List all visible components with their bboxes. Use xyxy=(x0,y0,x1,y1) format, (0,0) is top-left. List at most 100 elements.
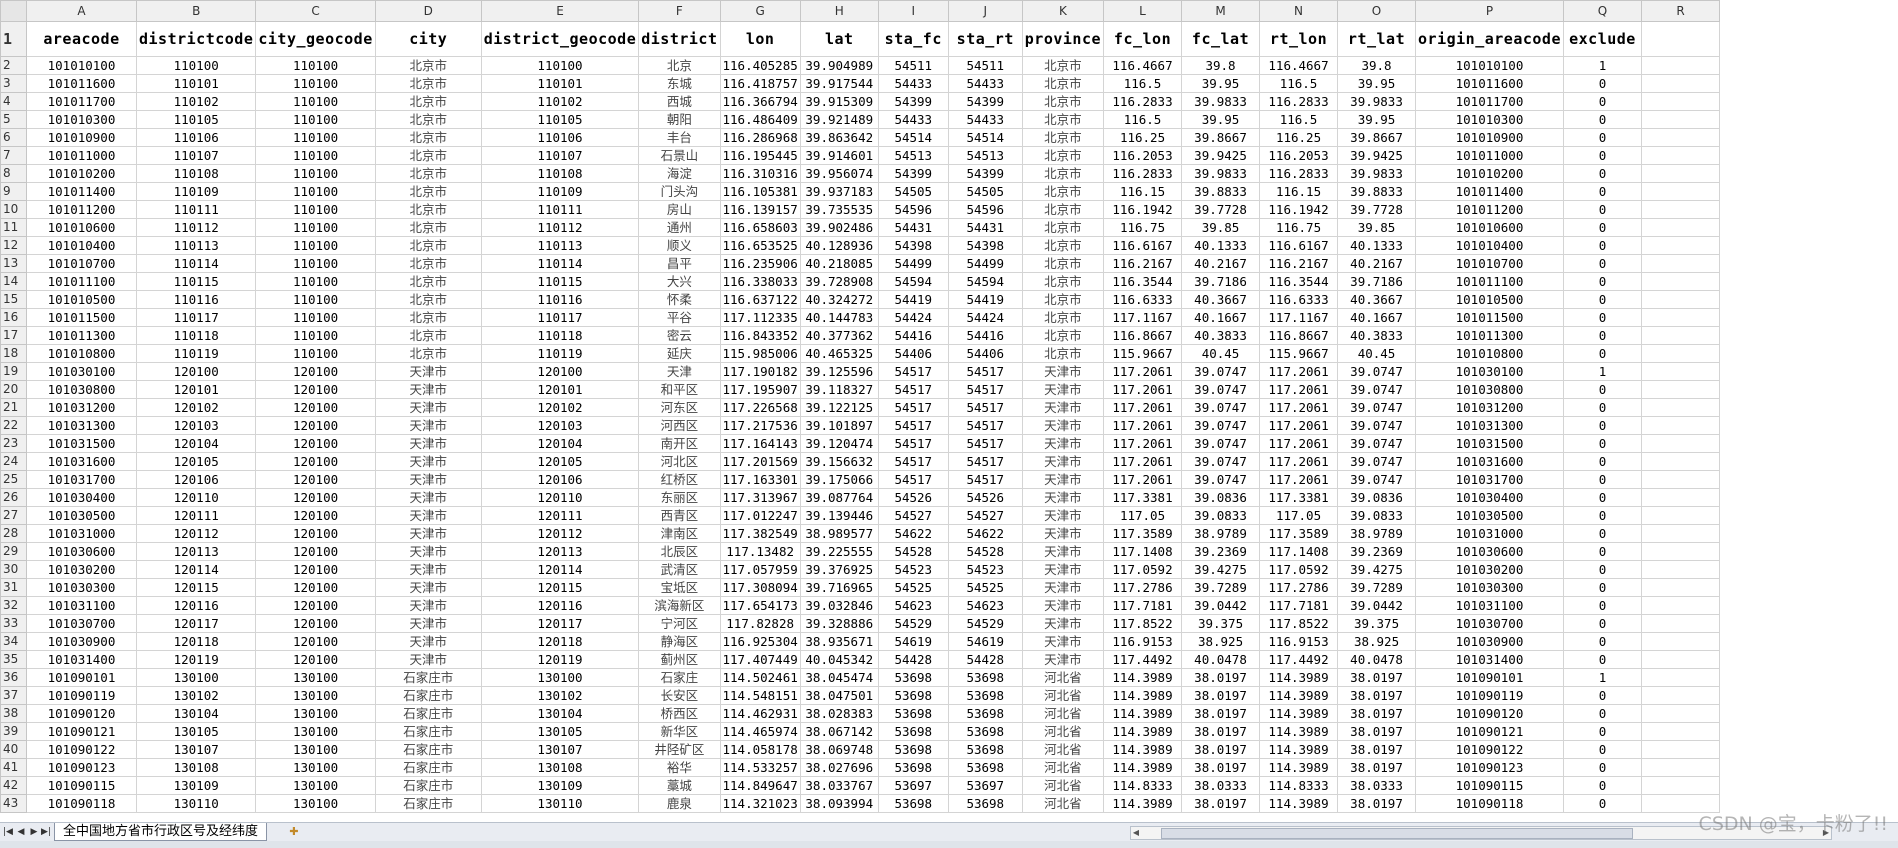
prev-sheet-icon[interactable]: ◀ xyxy=(15,825,27,839)
table-cell[interactable]: 天津市 xyxy=(374,452,482,471)
table-cell[interactable]: 116.9153 xyxy=(1103,632,1183,651)
table-cell[interactable]: 117.2061 xyxy=(1103,362,1183,381)
table-cell[interactable]: 117.1408 xyxy=(1103,542,1183,561)
table-cell[interactable]: 0 xyxy=(1562,254,1642,273)
table-cell[interactable]: 130105 xyxy=(480,722,640,741)
table-cell[interactable]: 39.0836 xyxy=(1181,488,1261,507)
table-cell[interactable]: 40.45 xyxy=(1181,344,1261,363)
table-cell[interactable]: 116.25 xyxy=(1259,128,1339,147)
table-cell[interactable]: 117.112335 xyxy=(719,308,801,327)
table-cell[interactable]: 120113 xyxy=(480,542,640,561)
table-cell[interactable]: 武清区 xyxy=(638,560,721,579)
table-cell[interactable]: 河北省 xyxy=(1021,776,1105,795)
table-cell[interactable]: 101090123 xyxy=(1415,758,1564,777)
table-cell[interactable]: 110112 xyxy=(135,218,257,237)
table-cell[interactable]: 39.7186 xyxy=(1181,272,1261,291)
table-cell[interactable]: 38.989577 xyxy=(799,524,879,543)
table-cell[interactable]: 天津市 xyxy=(1021,398,1105,417)
table-cell[interactable]: 130108 xyxy=(135,758,257,777)
table-cell[interactable]: 116.5 xyxy=(1103,110,1183,129)
table-cell[interactable]: 110116 xyxy=(480,290,640,309)
table-cell[interactable]: 38.027696 xyxy=(799,758,879,777)
row-number[interactable]: 37 xyxy=(0,686,27,705)
table-cell[interactable] xyxy=(1640,56,1720,75)
table-cell[interactable]: 117.407449 xyxy=(719,650,801,669)
table-cell[interactable]: 116.25 xyxy=(1103,128,1183,147)
table-cell[interactable] xyxy=(1640,722,1720,741)
table-cell[interactable]: 西城 xyxy=(638,92,721,111)
table-cell[interactable]: 116.310316 xyxy=(719,164,801,183)
table-cell[interactable]: 101031300 xyxy=(1415,416,1564,435)
table-cell[interactable]: 天津市 xyxy=(374,416,482,435)
table-cell[interactable]: 北京市 xyxy=(374,272,482,291)
table-cell[interactable]: 101010800 xyxy=(1415,344,1564,363)
table-cell[interactable]: 39.0747 xyxy=(1337,470,1417,489)
table-cell[interactable]: 101090122 xyxy=(1415,740,1564,759)
row-number[interactable]: 15 xyxy=(0,290,27,309)
row-number[interactable]: 28 xyxy=(0,524,27,543)
table-cell[interactable]: 0 xyxy=(1562,578,1642,597)
table-cell[interactable]: 38.0333 xyxy=(1337,776,1417,795)
table-cell[interactable]: 117.163301 xyxy=(719,470,801,489)
table-cell[interactable]: 101010500 xyxy=(26,290,137,309)
table-cell[interactable]: 裕华 xyxy=(638,758,721,777)
column-header-a[interactable]: A xyxy=(26,0,137,22)
table-cell[interactable] xyxy=(1640,632,1720,651)
table-cell[interactable] xyxy=(1640,542,1720,561)
table-cell[interactable] xyxy=(1640,272,1720,291)
table-cell[interactable]: 120115 xyxy=(480,578,640,597)
table-cell[interactable]: 54513 xyxy=(947,146,1023,165)
table-cell[interactable]: 54594 xyxy=(947,272,1023,291)
table-cell[interactable]: 101030500 xyxy=(1415,506,1564,525)
table-cell[interactable]: 河东区 xyxy=(638,398,721,417)
table-cell[interactable]: 117.2061 xyxy=(1259,434,1339,453)
table-cell[interactable]: 38.033767 xyxy=(799,776,879,795)
table-cell[interactable]: 130104 xyxy=(480,704,640,723)
table-cell[interactable]: 38.0197 xyxy=(1337,668,1417,687)
table-cell[interactable]: 石家庄 xyxy=(638,668,721,687)
table-cell[interactable]: 110100 xyxy=(255,254,376,273)
table-cell[interactable]: 门头沟 xyxy=(638,182,721,201)
table-cell[interactable]: 39.8667 xyxy=(1181,128,1261,147)
table-cell[interactable]: 39.0833 xyxy=(1181,506,1261,525)
table-cell[interactable]: 38.0197 xyxy=(1337,704,1417,723)
table-cell[interactable]: 130105 xyxy=(135,722,257,741)
table-cell[interactable]: 39.0442 xyxy=(1181,596,1261,615)
header-cell[interactable]: sta_fc xyxy=(877,21,949,57)
table-cell[interactable]: 116.105381 xyxy=(719,182,801,201)
table-cell[interactable]: 0 xyxy=(1562,614,1642,633)
header-cell[interactable]: lat xyxy=(799,21,879,57)
table-cell[interactable]: 117.308094 xyxy=(719,578,801,597)
table-cell[interactable]: 101010800 xyxy=(26,344,137,363)
table-cell[interactable]: 120112 xyxy=(135,524,257,543)
table-cell[interactable]: 53698 xyxy=(947,722,1023,741)
table-cell[interactable]: 110102 xyxy=(135,92,257,111)
table-cell[interactable]: 0 xyxy=(1562,398,1642,417)
table-cell[interactable]: 114.3989 xyxy=(1259,722,1339,741)
table-cell[interactable]: 114.3989 xyxy=(1259,668,1339,687)
table-cell[interactable]: 130104 xyxy=(135,704,257,723)
table-cell[interactable]: 120100 xyxy=(255,650,376,669)
table-cell[interactable]: 101011600 xyxy=(1415,74,1564,93)
table-cell[interactable]: 天津市 xyxy=(374,614,482,633)
table-cell[interactable]: 101011400 xyxy=(26,182,137,201)
table-cell[interactable]: 54517 xyxy=(877,380,949,399)
header-cell[interactable]: districtcode xyxy=(135,21,257,57)
header-cell[interactable]: fc_lon xyxy=(1103,21,1183,57)
table-cell[interactable]: 石家庄市 xyxy=(374,686,482,705)
table-cell[interactable]: 54514 xyxy=(947,128,1023,147)
table-cell[interactable]: 39.9833 xyxy=(1337,92,1417,111)
table-cell[interactable]: 石景山 xyxy=(638,146,721,165)
table-cell[interactable]: 116.843352 xyxy=(719,326,801,345)
table-cell[interactable]: 116.286968 xyxy=(719,128,801,147)
table-cell[interactable]: 117.1167 xyxy=(1259,308,1339,327)
table-cell[interactable]: 38.0197 xyxy=(1337,686,1417,705)
table-cell[interactable]: 120100 xyxy=(255,434,376,453)
header-cell[interactable]: lon xyxy=(719,21,801,57)
table-cell[interactable]: 120100 xyxy=(135,362,257,381)
table-cell[interactable]: 54511 xyxy=(877,56,949,75)
table-cell[interactable]: 井陉矿区 xyxy=(638,740,721,759)
table-cell[interactable]: 101010400 xyxy=(26,236,137,255)
table-cell[interactable] xyxy=(1640,236,1720,255)
table-cell[interactable]: 110100 xyxy=(255,56,376,75)
